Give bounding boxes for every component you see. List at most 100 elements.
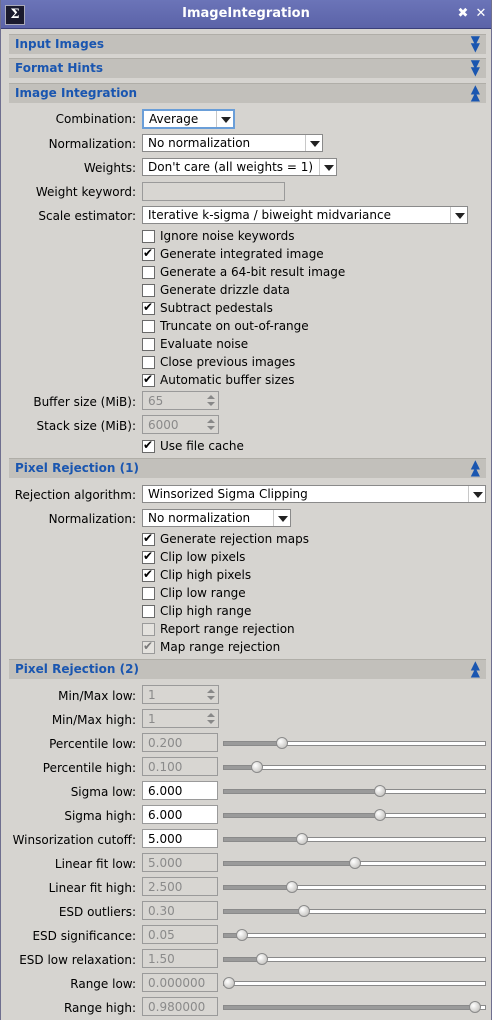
checkbox-box[interactable] bbox=[142, 605, 155, 618]
param-field[interactable]: 0.000000 bbox=[142, 973, 218, 992]
stack-size-label: Stack size (MiB): bbox=[36, 419, 136, 433]
slider-handle[interactable] bbox=[296, 833, 308, 845]
slider-handle[interactable] bbox=[469, 1001, 481, 1013]
param-slider[interactable] bbox=[223, 832, 486, 846]
param-slider[interactable] bbox=[223, 880, 486, 894]
weights-select[interactable]: Don't care (all weights = 1) bbox=[142, 158, 337, 176]
spin-up-icon[interactable] bbox=[205, 687, 217, 695]
param-value: 5.000 bbox=[148, 832, 183, 846]
slider-handle[interactable] bbox=[251, 761, 263, 773]
slider-handle[interactable] bbox=[223, 977, 235, 989]
param-slider[interactable] bbox=[223, 1000, 486, 1014]
section-pixel-rejection-1[interactable]: Pixel Rejection (1) ▲ ▲ bbox=[9, 458, 486, 478]
checkbox-label: Truncate on out-of-range bbox=[160, 319, 309, 333]
rejection-algorithm-value: Winsorized Sigma Clipping bbox=[148, 487, 308, 501]
checkbox-box[interactable]: ✔ bbox=[142, 246, 155, 261]
window-title: ImageIntegration bbox=[182, 6, 310, 21]
weight-keyword-field[interactable] bbox=[142, 182, 285, 201]
minmax-high-spinbox[interactable]: 1 bbox=[142, 709, 219, 728]
weights-value: Don't care (all weights = 1) bbox=[148, 160, 314, 174]
param-field[interactable]: 6.000 bbox=[142, 781, 218, 800]
param-slider[interactable] bbox=[223, 928, 486, 942]
param-field[interactable]: 0.980000 bbox=[142, 997, 218, 1016]
param-field[interactable]: 2.500 bbox=[142, 877, 218, 896]
checkbox-box[interactable]: ✔ bbox=[142, 567, 155, 582]
param-slider[interactable] bbox=[223, 808, 486, 822]
checkbox-box[interactable] bbox=[142, 623, 155, 636]
spin-down-icon[interactable] bbox=[205, 719, 217, 727]
spin-up-icon[interactable] bbox=[205, 417, 217, 425]
param-field[interactable]: 0.100 bbox=[142, 757, 218, 776]
section-image-integration[interactable]: Image Integration ▲ ▲ bbox=[9, 83, 486, 103]
slider-handle[interactable] bbox=[236, 929, 248, 941]
buffer-size-spinbox[interactable]: 65 bbox=[142, 391, 219, 410]
checkbox-box[interactable] bbox=[142, 338, 155, 351]
checkbox-box[interactable]: ✔ bbox=[142, 639, 155, 654]
param-field[interactable]: 5.000 bbox=[142, 853, 218, 872]
checkbox-box[interactable] bbox=[142, 356, 155, 369]
checkbox-label: Use file cache bbox=[160, 439, 244, 453]
section-pixel-rejection-2[interactable]: Pixel Rejection (2) ▲ ▲ bbox=[9, 659, 486, 679]
normalization-select[interactable]: No normalization bbox=[142, 134, 323, 152]
checkbox-label: Close previous images bbox=[160, 355, 296, 369]
param-field[interactable]: 6.000 bbox=[142, 805, 218, 824]
checkbox-box[interactable] bbox=[142, 587, 155, 600]
param-slider[interactable] bbox=[223, 904, 486, 918]
slider-handle[interactable] bbox=[298, 905, 310, 917]
slider-handle[interactable] bbox=[349, 857, 361, 869]
param-value: 0.100 bbox=[148, 760, 183, 774]
expand-icon[interactable]: ▼ ▼ bbox=[471, 58, 480, 77]
shade-button[interactable]: ✖ bbox=[456, 6, 470, 21]
checkbox-box[interactable]: ✔ bbox=[142, 549, 155, 564]
section-format-hints[interactable]: Format Hints ▼ ▼ bbox=[9, 58, 486, 78]
param-slider[interactable] bbox=[223, 952, 486, 966]
expand-icon[interactable]: ▼ ▼ bbox=[471, 34, 480, 53]
minmax-low-spinbox[interactable]: 1 bbox=[142, 685, 219, 704]
slider-handle[interactable] bbox=[286, 881, 298, 893]
param-field[interactable]: 0.200 bbox=[142, 733, 218, 752]
param-slider[interactable] bbox=[223, 976, 486, 990]
rejection-normalization-select[interactable]: No normalization bbox=[142, 509, 291, 527]
param-slider[interactable] bbox=[223, 736, 486, 750]
checkbox-box[interactable]: ✔ bbox=[142, 300, 155, 315]
param-field[interactable]: 1.50 bbox=[142, 949, 218, 968]
slider-handle[interactable] bbox=[374, 785, 386, 797]
spin-down-icon[interactable] bbox=[205, 401, 217, 409]
collapse-icon[interactable]: ▲ ▲ bbox=[471, 659, 480, 678]
collapse-icon[interactable]: ▲ ▲ bbox=[471, 83, 480, 102]
param-value: 0.980000 bbox=[148, 1000, 206, 1014]
param-slider[interactable] bbox=[223, 784, 486, 798]
checkmark-icon: ✔ bbox=[143, 531, 154, 545]
scale-estimator-select[interactable]: Iterative k-sigma / biweight midvariance bbox=[142, 206, 468, 224]
title-bar[interactable]: Σ ImageIntegration ✖ ✕ bbox=[1, 0, 491, 29]
checkbox-box[interactable] bbox=[142, 284, 155, 297]
close-button[interactable]: ✕ bbox=[474, 6, 488, 21]
slider-fill bbox=[223, 885, 288, 890]
spin-down-icon[interactable] bbox=[205, 695, 217, 703]
collapse-icon[interactable]: ▲ ▲ bbox=[471, 458, 480, 477]
checkbox-box[interactable] bbox=[142, 320, 155, 333]
checkbox-box[interactable] bbox=[142, 230, 155, 243]
param-field[interactable]: 5.000 bbox=[142, 829, 218, 848]
checkbox-box[interactable]: ✔ bbox=[142, 531, 155, 546]
slider-handle[interactable] bbox=[256, 953, 268, 965]
param-field[interactable]: 0.30 bbox=[142, 901, 218, 920]
spin-up-icon[interactable] bbox=[205, 711, 217, 719]
slider-fill bbox=[223, 789, 376, 794]
checkbox-box[interactable] bbox=[142, 266, 155, 279]
rejection-algorithm-select[interactable]: Winsorized Sigma Clipping bbox=[142, 485, 486, 503]
section-input-images[interactable]: Input Images ▼ ▼ bbox=[9, 34, 486, 54]
param-slider[interactable] bbox=[223, 760, 486, 774]
param-field[interactable]: 0.05 bbox=[142, 925, 218, 944]
stack-size-spinbox[interactable]: 6000 bbox=[142, 415, 219, 434]
param-slider[interactable] bbox=[223, 856, 486, 870]
checkbox-label: Generate drizzle data bbox=[160, 283, 290, 297]
checkbox-box[interactable]: ✔ bbox=[142, 372, 155, 387]
spin-down-icon[interactable] bbox=[205, 425, 217, 433]
spin-up-icon[interactable] bbox=[205, 393, 217, 401]
param-label: Linear fit high: bbox=[48, 881, 136, 895]
slider-handle[interactable] bbox=[374, 809, 386, 821]
slider-fill bbox=[223, 765, 253, 770]
combination-select[interactable]: Average bbox=[142, 109, 235, 129]
slider-handle[interactable] bbox=[276, 737, 288, 749]
